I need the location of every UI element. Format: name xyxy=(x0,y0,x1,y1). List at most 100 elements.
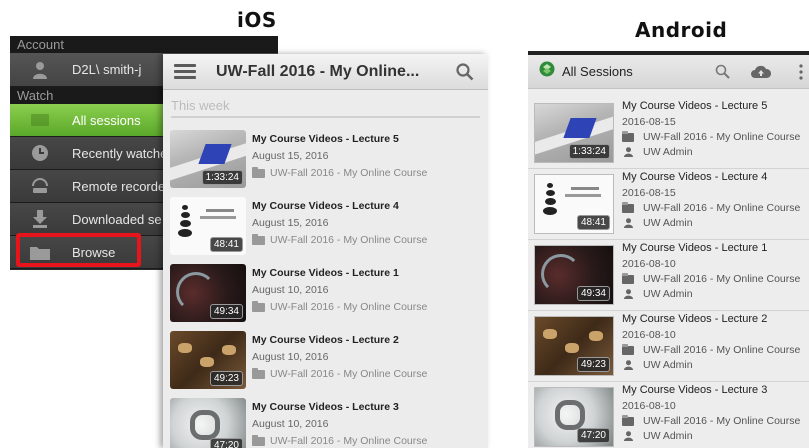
duration-badge: 47:20 xyxy=(209,438,243,448)
session-folder: UW-Fall 2016 - My Online Course xyxy=(270,368,428,380)
search-icon[interactable] xyxy=(456,63,474,86)
session-title: My Course Videos - Lecture 1 xyxy=(622,242,768,254)
user-icon xyxy=(622,360,634,370)
duration-badge: 49:23 xyxy=(576,357,610,372)
cloud-upload-icon[interactable] xyxy=(751,65,772,83)
session-owner: UW Admin xyxy=(643,146,693,158)
session-folder: UW-Fall 2016 - My Online Course xyxy=(270,435,428,447)
session-owner: UW Admin xyxy=(643,288,693,300)
video-icon xyxy=(30,110,50,130)
drawer-item-label: Downloaded se xyxy=(72,211,162,227)
duration-badge: 1:33:24 xyxy=(201,170,243,185)
session-title: My Course Videos - Lecture 2 xyxy=(252,334,399,346)
clock-icon xyxy=(30,143,50,163)
android-action-bar: All Sessions xyxy=(528,55,809,89)
session-title: My Course Videos - Lecture 2 xyxy=(622,313,768,325)
ios-session-item[interactable]: 49:34 My Course Videos - Lecture 1 Augus… xyxy=(170,264,485,326)
session-date: 2016-08-10 xyxy=(622,329,676,341)
session-folder: UW-Fall 2016 - My Online Course xyxy=(643,131,801,143)
folder-icon xyxy=(252,367,265,379)
session-title: My Course Videos - Lecture 3 xyxy=(252,401,399,413)
folder-icon xyxy=(252,166,265,178)
session-thumbnail: 47:20 xyxy=(170,398,246,448)
folder-icon xyxy=(622,343,634,355)
folder-icon xyxy=(622,414,634,426)
duration-badge: 49:34 xyxy=(209,304,243,319)
folder-icon xyxy=(252,300,265,312)
drawer-item-label: Recently watche xyxy=(72,145,168,161)
session-folder: UW-Fall 2016 - My Online Course xyxy=(270,234,428,246)
search-icon[interactable] xyxy=(715,64,730,84)
drawer-item-label: All sessions xyxy=(72,112,141,128)
duration-badge: 48:41 xyxy=(576,215,610,230)
session-thumbnail: 1:33:24 xyxy=(534,103,614,163)
session-title: My Course Videos - Lecture 5 xyxy=(252,133,399,145)
session-folder: UW-Fall 2016 - My Online Course xyxy=(643,415,801,427)
session-thumbnail: 49:23 xyxy=(534,316,614,376)
session-folder: UW-Fall 2016 - My Online Course xyxy=(643,202,801,214)
session-owner: UW Admin xyxy=(643,359,693,371)
ios-session-list-screen: UW-Fall 2016 - My Online... This week 1:… xyxy=(163,54,488,448)
session-folder: UW-Fall 2016 - My Online Course xyxy=(643,344,801,356)
session-date: August 10, 2016 xyxy=(252,284,329,296)
folder-icon xyxy=(622,130,634,142)
hamburger-menu-icon[interactable] xyxy=(174,61,196,82)
remote-recorder-icon xyxy=(30,176,50,196)
session-folder: UW-Fall 2016 - My Online Course xyxy=(270,301,428,313)
session-thumbnail: 49:34 xyxy=(534,245,614,305)
session-date: 2016-08-10 xyxy=(622,400,676,412)
session-thumbnail: 49:23 xyxy=(170,331,246,389)
overflow-menu-icon[interactable] xyxy=(799,64,803,85)
session-title: My Course Videos - Lecture 1 xyxy=(252,267,399,279)
duration-badge: 48:41 xyxy=(209,237,243,252)
section-divider xyxy=(171,116,480,118)
session-date: August 10, 2016 xyxy=(252,351,329,363)
android-session-item[interactable]: 47:20 My Course Videos - Lecture 3 2016-… xyxy=(534,384,809,448)
duration-badge: 49:34 xyxy=(576,286,610,301)
folder-icon xyxy=(622,272,634,284)
session-date: August 10, 2016 xyxy=(252,418,329,430)
ios-folder-title: UW-Fall 2016 - My Online... xyxy=(216,62,420,80)
user-icon xyxy=(622,289,634,299)
android-screen-title: All Sessions xyxy=(562,64,633,79)
android-session-item[interactable]: 49:23 My Course Videos - Lecture 2 2016-… xyxy=(534,313,809,381)
drawer-item-label: Remote recorde xyxy=(72,178,166,194)
duration-badge: 49:23 xyxy=(209,371,243,386)
session-thumbnail: 49:34 xyxy=(170,264,246,322)
android-session-item[interactable]: 49:34 My Course Videos - Lecture 1 2016-… xyxy=(534,242,809,310)
ios-session-item[interactable]: 48:41 My Course Videos - Lecture 4 Augus… xyxy=(170,197,485,259)
session-title: My Course Videos - Lecture 3 xyxy=(622,384,768,396)
panopto-logo-icon[interactable] xyxy=(539,61,555,82)
session-date: August 15, 2016 xyxy=(252,150,329,162)
user-icon xyxy=(622,147,634,157)
android-session-item[interactable]: 1:33:24 My Course Videos - Lecture 5 201… xyxy=(534,100,809,168)
ios-nav-bar: UW-Fall 2016 - My Online... xyxy=(163,54,488,90)
ios-session-item[interactable]: 49:23 My Course Videos - Lecture 2 Augus… xyxy=(170,331,485,393)
user-icon xyxy=(30,60,50,80)
session-date: August 15, 2016 xyxy=(252,217,329,229)
section-header-this-week: This week xyxy=(171,98,230,113)
user-icon xyxy=(622,431,634,441)
duration-badge: 47:20 xyxy=(576,428,610,443)
session-title: My Course Videos - Lecture 4 xyxy=(252,200,399,212)
folder-icon xyxy=(622,201,634,213)
session-thumbnail: 1:33:24 xyxy=(170,130,246,188)
android-heading: Android xyxy=(635,18,728,42)
session-thumbnail: 47:20 xyxy=(534,387,614,447)
session-thumbnail: 48:41 xyxy=(534,174,614,234)
ios-session-item[interactable]: 1:33:24 My Course Videos - Lecture 5 Aug… xyxy=(170,130,485,192)
folder-icon xyxy=(252,233,265,245)
session-date: 2016-08-15 xyxy=(622,116,676,128)
user-icon xyxy=(622,218,634,228)
android-session-item[interactable]: 48:41 My Course Videos - Lecture 4 2016-… xyxy=(534,171,809,239)
ios-heading: iOS xyxy=(237,8,277,32)
folder-icon xyxy=(252,434,265,446)
download-icon xyxy=(30,209,50,229)
account-username: D2L\ smith-j xyxy=(72,62,142,77)
session-title: My Course Videos - Lecture 5 xyxy=(622,100,768,112)
duration-badge: 1:33:24 xyxy=(568,144,610,159)
account-section-header: Account xyxy=(10,36,278,53)
ios-session-item[interactable]: 47:20 My Course Videos - Lecture 3 Augus… xyxy=(170,398,485,448)
session-owner: UW Admin xyxy=(643,430,693,442)
session-folder: UW-Fall 2016 - My Online Course xyxy=(270,167,428,179)
